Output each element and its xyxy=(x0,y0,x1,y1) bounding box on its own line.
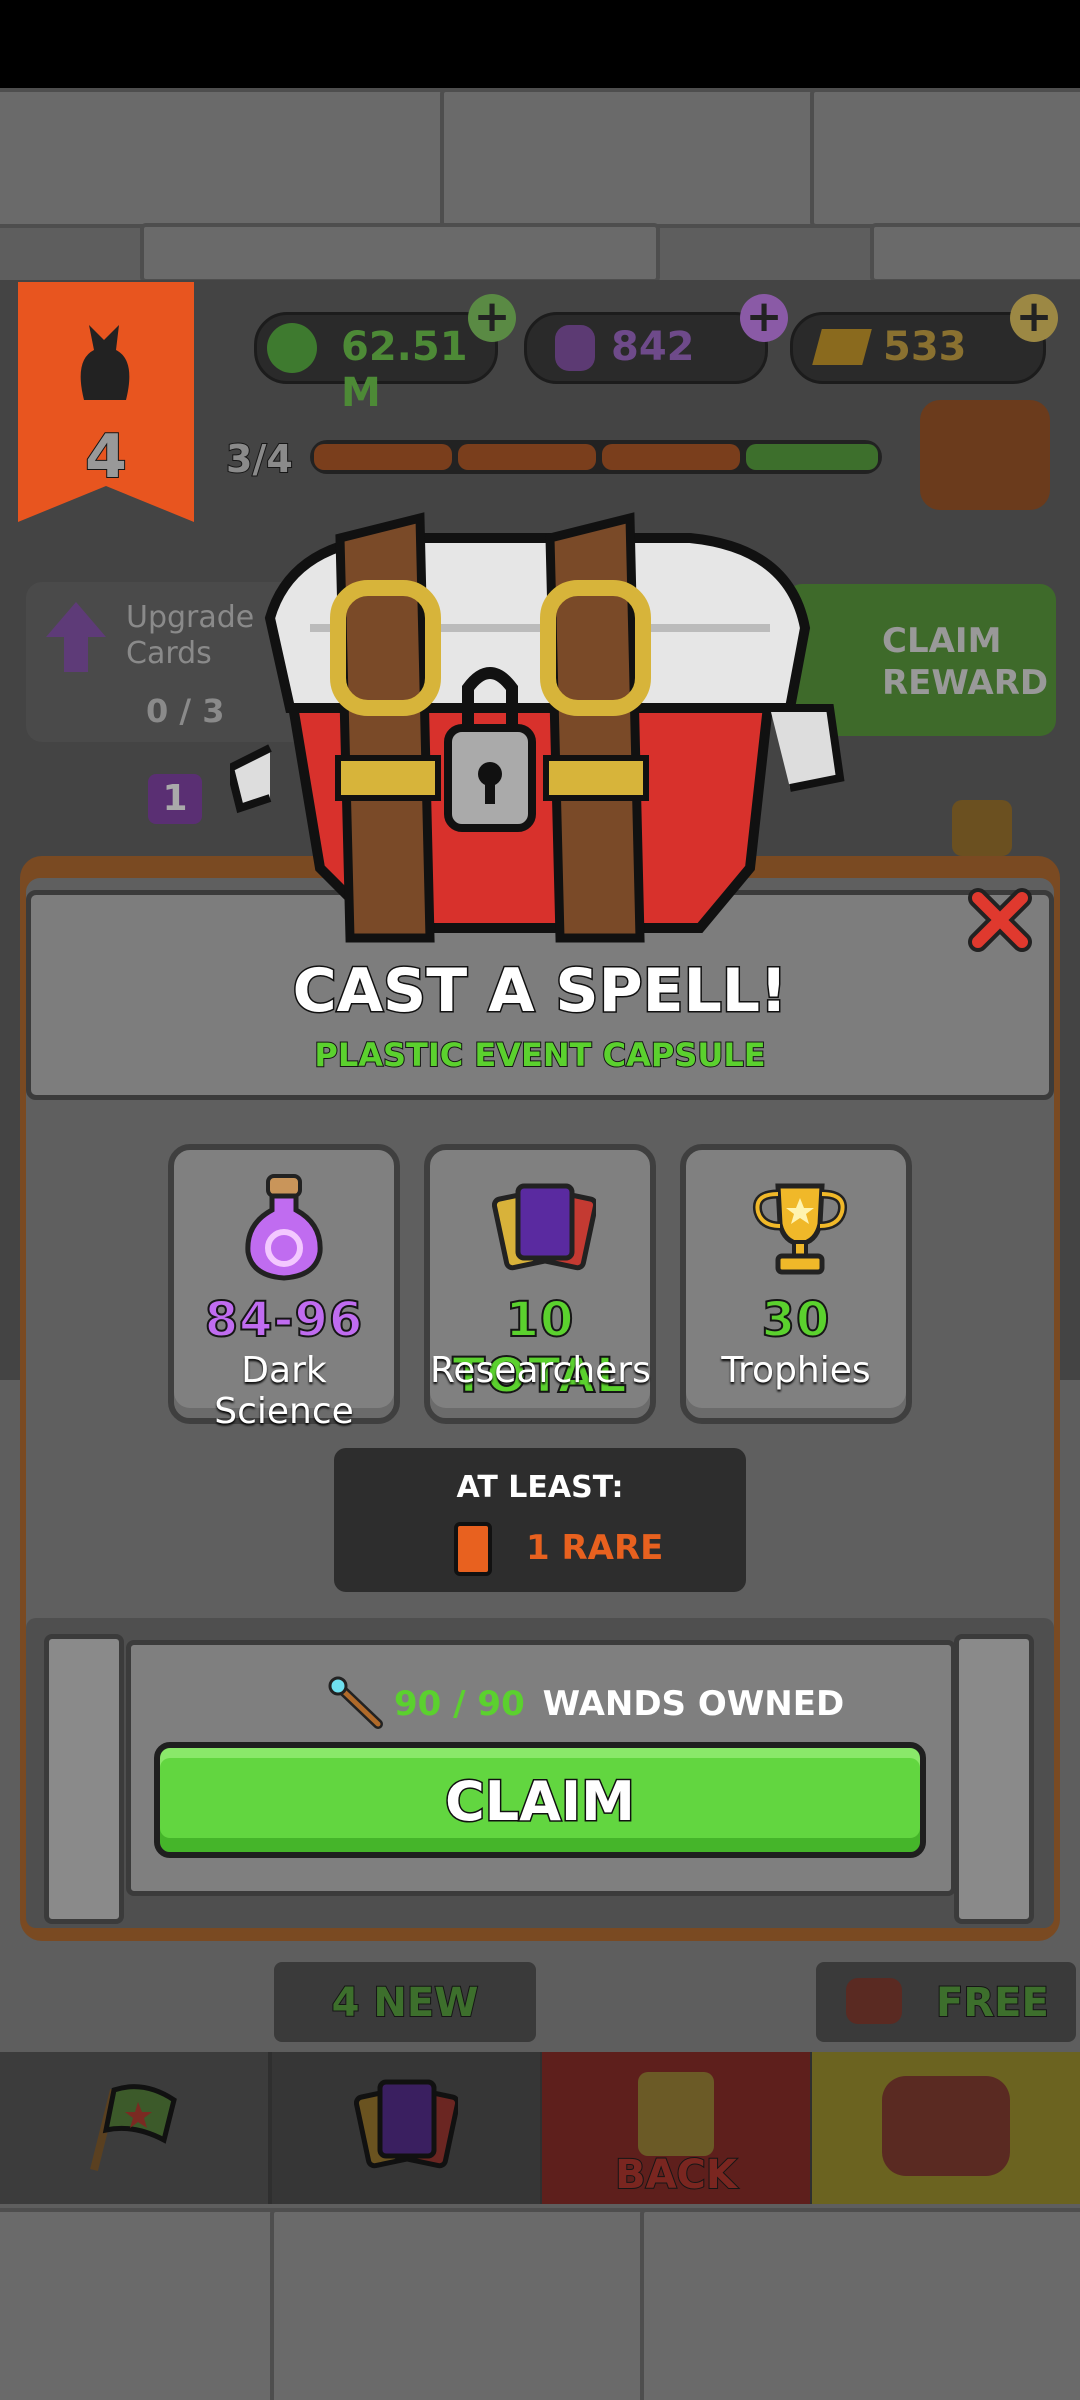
cards-icon xyxy=(492,1183,596,1271)
fist-icon xyxy=(638,2072,714,2156)
claim-button[interactable]: CLAIM xyxy=(154,1742,926,1858)
add-dark-science-button[interactable]: + xyxy=(740,294,788,342)
reward-card-trophies: 30 Trophies xyxy=(680,1144,912,1424)
add-gold-button[interactable]: + xyxy=(1010,294,1058,342)
reward-card-researchers: 10 TOTAL Researchers xyxy=(424,1144,656,1424)
trophies-amount: 30 xyxy=(761,1291,831,1349)
rare-label: 1 RARE xyxy=(526,1528,664,1568)
wands-current: 90 xyxy=(394,1684,442,1724)
nav-cards[interactable] xyxy=(272,2052,540,2204)
level-number: 4 xyxy=(84,421,128,493)
free-badge: FREE xyxy=(816,1962,1076,2042)
claim-pillar-right xyxy=(954,1634,1034,1924)
cash-icon xyxy=(267,323,317,373)
claim-button-label: CLAIM xyxy=(444,1769,637,1835)
cash-value: 62.51 M xyxy=(341,324,468,416)
cat-icon xyxy=(80,325,130,400)
quest-badge: 1 xyxy=(148,774,202,824)
cash-pill: 62.51 M xyxy=(254,312,498,416)
wands-separator: / xyxy=(441,1684,478,1724)
potion-icon xyxy=(245,1174,323,1281)
chest-icon xyxy=(882,2076,1010,2176)
gold-pill: 533 xyxy=(790,312,1046,384)
rare-card-icon xyxy=(454,1522,492,1576)
trophy-icon xyxy=(752,1183,848,1275)
lock-icon xyxy=(952,800,1012,856)
wands-max: 90 xyxy=(477,1684,525,1724)
wands-label: WANDS OWNED xyxy=(542,1684,845,1724)
free-badge-label: FREE xyxy=(935,1979,1050,2027)
close-button[interactable] xyxy=(964,884,1036,956)
laurel-chest-icon[interactable] xyxy=(920,400,1050,510)
dialog-title: CAST A SPELL! xyxy=(291,955,789,1028)
claim-reward-label: CLAIM REWARD xyxy=(882,621,1049,703)
guaranteed-panel: AT LEAST: 1 RARE xyxy=(334,1448,746,1592)
cards-icon xyxy=(354,2079,458,2169)
at-least-label: AT LEAST: xyxy=(456,1470,624,1505)
wand-icon xyxy=(328,1676,383,1729)
level-progress-text: 3/4 xyxy=(225,436,294,482)
gold-bars-icon xyxy=(812,329,872,365)
upgrade-cards-progress: 0 / 3 xyxy=(146,692,225,730)
add-cash-button[interactable]: + xyxy=(468,294,516,342)
gold-value: 533 xyxy=(883,324,967,370)
claim-pillar-left xyxy=(44,1634,124,1924)
trophies-label: Trophies xyxy=(721,1350,871,1391)
potion-icon xyxy=(555,325,595,371)
arrow-up-icon xyxy=(46,602,106,672)
dark-science-label: Dark Science xyxy=(214,1350,354,1432)
mini-chest-icon xyxy=(846,1978,902,2024)
level-progress-bar xyxy=(310,440,882,474)
researchers-label: Researchers xyxy=(430,1350,651,1391)
flag-icon xyxy=(90,2084,177,2171)
plastic-capsule-chest-icon xyxy=(230,512,845,943)
new-badge-label: 4 NEW xyxy=(331,1979,480,2027)
dialog-subtitle: PLASTIC EVENT CAPSULE xyxy=(313,1035,766,1075)
dark-science-value: 842 xyxy=(611,324,695,370)
level-banner[interactable]: 4 xyxy=(18,282,194,522)
nav-shop[interactable] xyxy=(812,2052,1080,2204)
back-label: BACK xyxy=(614,2151,738,2199)
wands-owned: 90 / 90 WANDS OWNED xyxy=(394,1684,844,1724)
nav-back[interactable]: BACK xyxy=(542,2052,810,2204)
close-icon xyxy=(968,888,1032,952)
new-badge: 4 NEW xyxy=(274,1962,536,2042)
reward-card-dark-science: 84-96 Dark Science xyxy=(168,1144,400,1432)
dark-science-pill: 842 xyxy=(524,312,768,384)
dark-science-amount: 84-96 xyxy=(204,1291,364,1349)
nav-events[interactable] xyxy=(0,2052,268,2204)
